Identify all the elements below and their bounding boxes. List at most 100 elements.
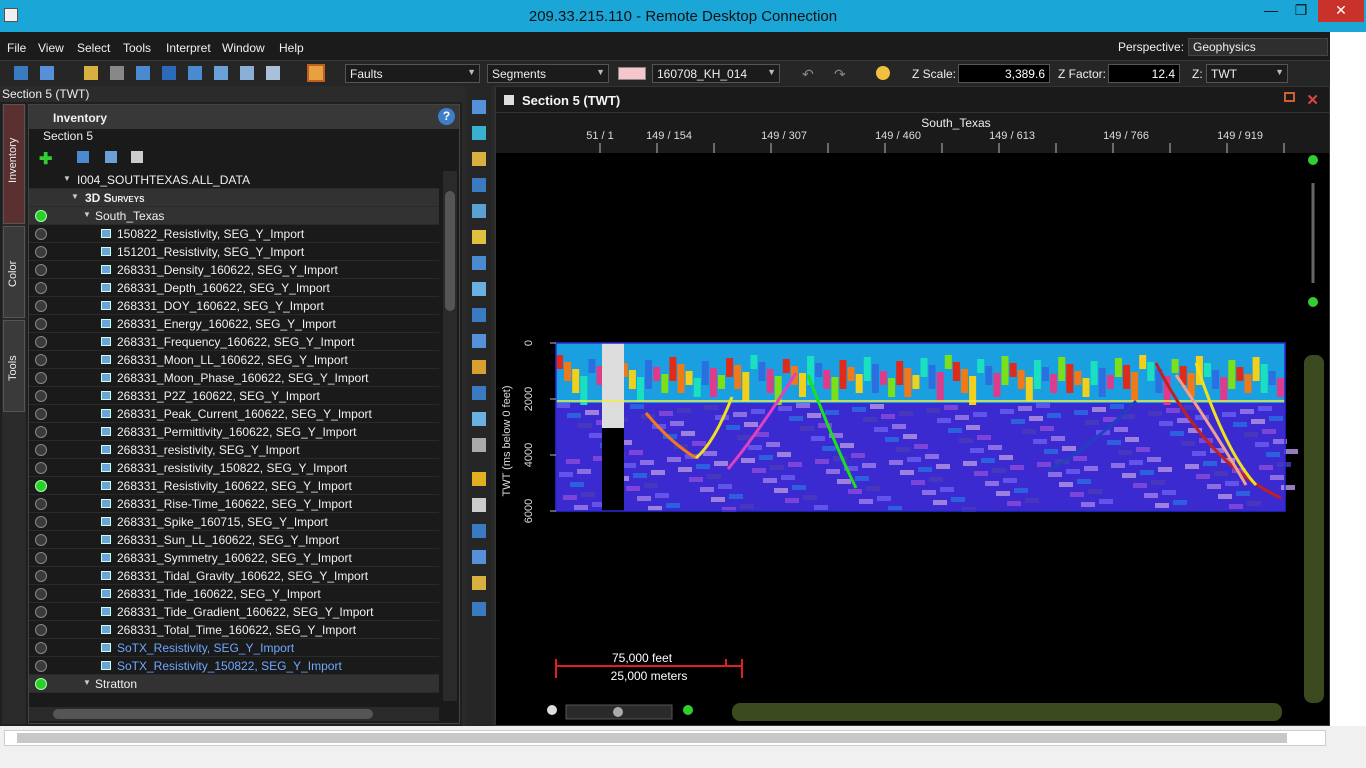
pick-icon[interactable] [472,386,486,400]
menu-tools[interactable]: Tools [123,41,151,55]
perspective-select[interactable]: Geophysics [1188,38,1328,56]
visibility-toggle[interactable] [35,516,47,528]
tree-survey[interactable]: ▼ Stratton [29,675,439,693]
redo-icon[interactable]: ↷ [834,66,848,82]
box-icon[interactable] [472,524,486,538]
line-icon[interactable] [472,412,486,426]
visibility-toggle[interactable] [35,318,47,330]
menu-interpret[interactable]: Interpret [166,41,211,55]
visibility-toggle[interactable] [35,426,47,438]
tree-item[interactable]: 268331_Tidal_Gravity_160622, SEG_Y_Impor… [29,567,439,585]
tree-item[interactable]: 268331_Depth_160622, SEG_Y_Import [29,279,439,297]
menu-window[interactable]: Window [222,41,265,55]
menu-view[interactable]: View [38,41,64,55]
move-icon[interactable] [188,66,202,80]
z-domain-combo[interactable]: TWT ▼ [1206,64,1288,83]
visibility-toggle[interactable] [35,336,47,348]
horizon-icon[interactable] [472,360,486,374]
tree-item[interactable]: 268331_Resistivity_160622, SEG_Y_Import [29,477,439,495]
tab-inventory[interactable]: Inventory [3,104,25,224]
select-icon[interactable] [472,308,486,322]
rdp-horizontal-scrollbar[interactable] [4,730,1326,746]
fault-icon[interactable] [472,334,486,348]
horizon-combo[interactable]: 160708_KH_014 ▼ [652,64,780,83]
visibility-toggle[interactable] [35,534,47,546]
vertical-scrollbar[interactable] [443,171,457,701]
maximize-button[interactable]: ❐ [1286,0,1316,22]
tree-item[interactable]: 268331_Symmetry_160622, SEG_Y_Import [29,549,439,567]
visibility-toggle[interactable] [35,624,47,636]
zoom-in-icon[interactable] [472,100,486,114]
tree-item[interactable]: 268331_Tide_160622, SEG_Y_Import [29,585,439,603]
expand-arrow-icon[interactable]: ▼ [63,174,71,183]
visibility-toggle[interactable] [35,246,47,258]
tree-item[interactable]: 268331_Moon_LL_160622, SEG_Y_Import [29,351,439,369]
close-section-icon[interactable]: ✕ [1306,91,1319,109]
tree-item[interactable]: 268331_Sun_LL_160622, SEG_Y_Import [29,531,439,549]
expand-arrow-icon[interactable]: ▼ [83,678,91,687]
tree-item[interactable]: 268331_Moon_Phase_160622, SEG_Y_Import [29,369,439,387]
tree-item[interactable]: 268331_Peak_Current_160622, SEG_Y_Import [29,405,439,423]
tree-item[interactable]: 268331_Frequency_160622, SEG_Y_Import [29,333,439,351]
cursor-icon[interactable] [472,282,486,296]
arrow-icon[interactable] [472,256,486,270]
visibility-toggle[interactable] [35,282,47,294]
tree-item[interactable]: 268331_Spike_160715, SEG_Y_Import [29,513,439,531]
camera-icon[interactable] [266,66,280,80]
menu-select[interactable]: Select [77,41,110,55]
tree-item[interactable]: 268331_Tide_Gradient_160622, SEG_Y_Impor… [29,603,439,621]
visibility-toggle[interactable] [35,408,47,420]
segments-combo[interactable]: Segments ▼ [487,64,609,83]
tree-root[interactable]: ▼ I004_SOUTHTEXAS.ALL_DATA [29,171,439,189]
visibility-toggle[interactable] [35,606,47,618]
visibility-toggle[interactable] [35,390,47,402]
pick-icon[interactable] [136,66,150,80]
pencil-icon[interactable] [307,64,325,82]
expand-arrow-icon[interactable]: ▼ [71,192,79,201]
tree-item[interactable]: 151201_Resistivity, SEG_Y_Import [29,243,439,261]
save-icon[interactable] [84,66,98,80]
visibility-toggle[interactable] [35,444,47,456]
visibility-toggle[interactable] [35,210,47,222]
zoom-out-icon[interactable] [472,152,486,166]
scroll-thumb[interactable] [445,191,455,311]
horizontal-scrollbar[interactable] [29,707,439,721]
tree-item[interactable]: 268331_Total_Time_160622, SEG_Y_Import [29,621,439,639]
pencil-icon[interactable] [472,576,486,590]
tool-icon[interactable] [472,550,486,564]
collapse-icon[interactable] [105,151,117,163]
faults-combo[interactable]: Faults ▼ [345,64,480,83]
note-icon[interactable] [472,498,486,512]
pan-icon[interactable] [472,204,486,218]
tree-item[interactable]: 150822_Resistivity, SEG_Y_Import [29,225,439,243]
measure-icon[interactable] [162,66,176,80]
visibility-toggle[interactable] [35,462,47,474]
rotate-icon[interactable] [472,178,486,192]
menu-file[interactable]: File [7,41,26,55]
minimize-button[interactable]: — [1256,0,1286,22]
scroll-thumb[interactable] [17,733,1287,743]
z-scale-input[interactable]: 3,389.6 [958,64,1050,83]
tree-item[interactable]: SoTX_Resistivity_150822, SEG_Y_Import [29,657,439,675]
seismic-section-view[interactable]: South_Texas 51 / 1 149 / 154 149 / 307 149 /… [496,113,1329,725]
visibility-toggle[interactable] [35,264,47,276]
visibility-toggle[interactable] [35,354,47,366]
color-swatch[interactable] [618,67,646,80]
visibility-toggle[interactable] [35,570,47,582]
scroll-thumb[interactable] [53,709,373,719]
home-icon[interactable] [472,230,486,244]
tree-item[interactable]: 268331_resistivity_150822, SEG_Y_Import [29,459,439,477]
help-icon[interactable]: ? [438,108,455,125]
visibility-toggle[interactable] [35,642,47,654]
visibility-toggle[interactable] [35,498,47,510]
visibility-toggle[interactable] [35,480,47,492]
open-icon[interactable] [40,66,54,80]
undo-icon[interactable]: ↶ [802,66,816,82]
print-icon[interactable] [240,66,254,80]
lock-icon[interactable] [110,66,124,80]
new-icon[interactable] [14,66,28,80]
tree-item[interactable]: 268331_resistivity, SEG_Y_Import [29,441,439,459]
settings-icon[interactable] [472,602,486,616]
z-factor-input[interactable]: 12.4 [1108,64,1180,83]
visibility-toggle[interactable] [35,300,47,312]
